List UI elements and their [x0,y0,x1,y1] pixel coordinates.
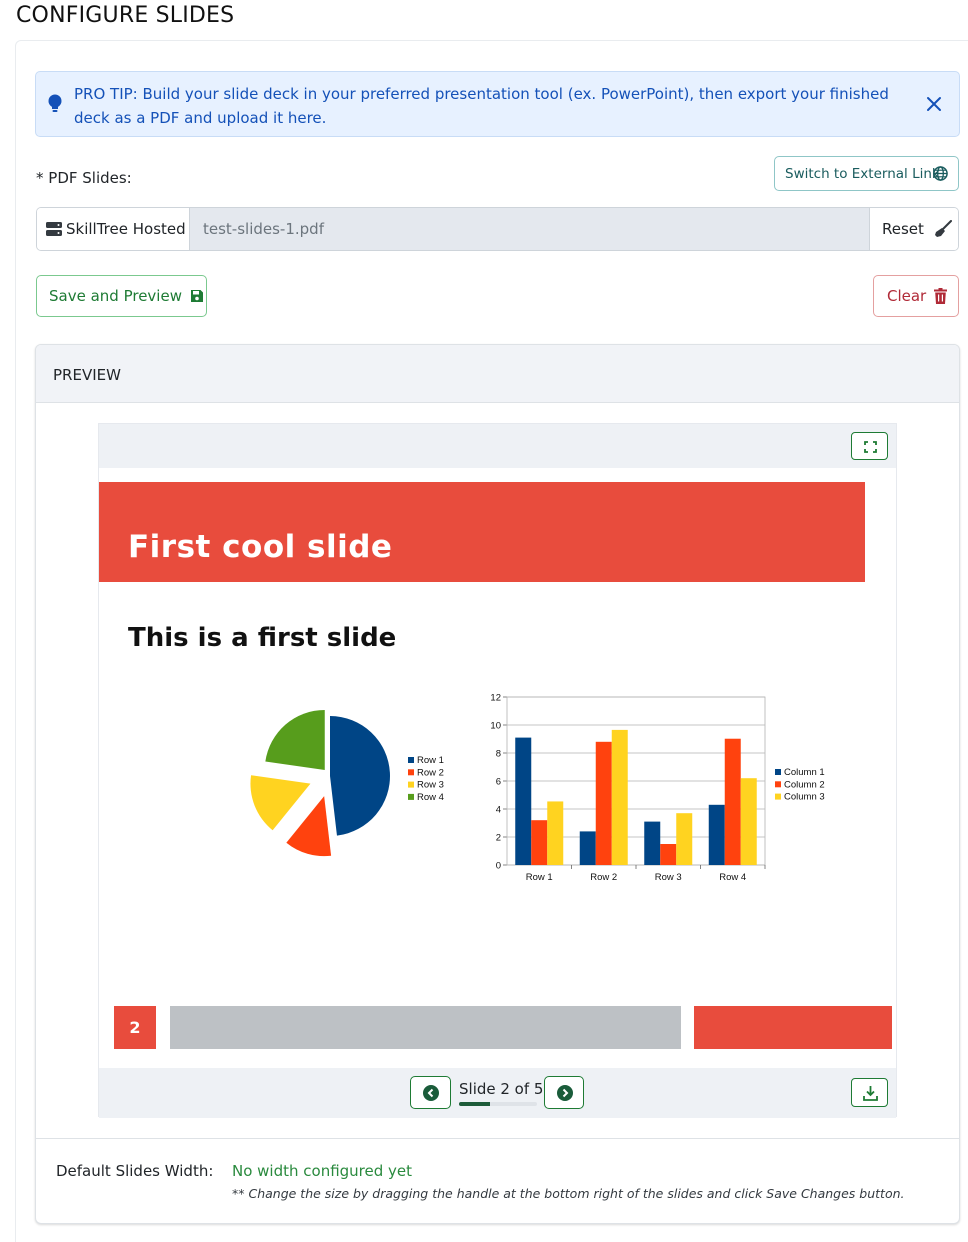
page-title: CONFIGURE SLIDES [16,3,235,28]
bar-legend-swatch [775,769,781,775]
reset-button[interactable]: Reset [869,208,958,250]
globe-icon [933,166,948,181]
bar-legend-swatch [775,781,781,788]
pie-legend-label: Row 1 [417,755,444,766]
bar-rect [724,738,741,865]
pie-legend-swatch [408,757,414,763]
floppy-disk-icon [190,290,203,302]
pie-slice [286,796,332,857]
lightbulb-icon [48,94,62,112]
bar-legend-label: Column 1 [784,767,825,778]
pie-legend-label: Row 3 [417,780,444,791]
bar-rect [579,831,596,865]
bar-y-tick-label: 10 [490,721,501,732]
bar-legend-swatch [775,793,781,800]
download-button[interactable] [851,1078,888,1107]
clear-button[interactable]: Clear [873,275,959,317]
switch-to-external-link-label: Switch to External Link [785,165,940,182]
bar-rect [644,821,661,865]
default-slides-width-hint: ** Change the size by dragging the handl… [232,1186,905,1201]
slide-charts: Row 1Row 2Row 3Row 4024681012Row 1 Row 2R… [250,693,825,883]
preview-header: PREVIEW [36,345,959,403]
bar-y-tick-label: 2 [496,833,501,844]
preview-settings-divider [36,1138,959,1139]
bar-rect [515,737,532,865]
slide-footer-accent [694,1006,892,1049]
pie-slice [250,775,311,831]
bar-rect [531,820,548,865]
save-and-preview-label: Save and Preview [49,287,182,305]
bar-rect [676,813,693,865]
default-slides-width-label: Default Slides Width: [56,1162,214,1180]
slide-progress-bar [459,1102,537,1106]
download-icon [863,1086,878,1101]
trash-icon [934,288,948,304]
slide-footer-number: 2 [114,1006,156,1049]
bar-legend-label: Column 2 [784,779,825,790]
pdf-slides-label: * PDF Slides: [36,169,132,187]
source-type-label: SkillTree Hosted [66,220,186,238]
bar-y-tick-label: 8 [496,749,501,760]
bar-y-tick-label: 0 [496,861,501,872]
pie-legend-swatch [408,793,414,800]
server-icon [46,222,62,236]
slide-page: First cool slide This is a first slide R… [99,482,896,1052]
pro-tip-alert: PRO TIP: Build your slide deck in your p… [35,71,960,137]
reset-label: Reset [882,220,924,238]
bar-x-tick-label: Row 4 [719,872,746,883]
slide-footer-bar [170,1006,681,1049]
bar-y-tick-label: 12 [490,693,501,704]
previous-slide-button[interactable] [410,1076,451,1109]
pie-legend-label: Row 4 [417,792,444,803]
default-slides-width-value: No width configured yet [232,1162,413,1180]
bar-y-tick-label: 6 [496,777,501,788]
pie-legend-swatch [408,769,414,776]
pdf-viewer: First cool slide This is a first slide R… [98,423,897,1118]
bar-rect [595,741,612,865]
bar-x-tick-label: Row 2 [590,872,617,883]
next-slide-button[interactable] [544,1076,584,1109]
expand-icon [864,441,877,453]
bar-rect [740,778,757,865]
fullscreen-button[interactable] [851,432,888,460]
pie-legend-swatch [408,781,414,788]
bar-x-tick-label: Row 1 [526,872,553,883]
chevron-right-icon [557,1085,573,1101]
pie-slice [265,709,325,770]
source-type-addon: SkillTree Hosted [37,208,190,250]
chevron-left-icon [423,1085,439,1101]
close-icon[interactable] [925,95,943,113]
slide-progress-fill [459,1102,491,1106]
bar-rect [611,729,628,865]
bar-rect [708,804,725,865]
pie-slice [330,716,391,836]
bar-legend-label: Column 3 [784,792,825,803]
pdf-file-input-group: SkillTree Hosted test-slides-1.pdf Reset [36,207,959,251]
bar-rect [547,801,564,865]
clear-label: Clear [887,287,927,305]
save-and-preview-button[interactable]: Save and Preview [36,275,207,317]
broom-icon [934,220,952,237]
pie-legend-label: Row 2 [417,767,444,778]
pdf-file-name-field[interactable]: test-slides-1.pdf [190,208,869,250]
bar-y-tick-label: 4 [496,805,501,816]
switch-to-external-link-button[interactable]: Switch to External Link [774,156,959,191]
bar-rect [660,844,677,865]
bar-x-tick-label: Row 3 [655,872,682,883]
slide-counter: Slide 2 of 5 [459,1080,544,1098]
pro-tip-text: PRO TIP: Build your slide deck in your p… [74,85,889,127]
viewer-top-toolbar [99,424,896,468]
